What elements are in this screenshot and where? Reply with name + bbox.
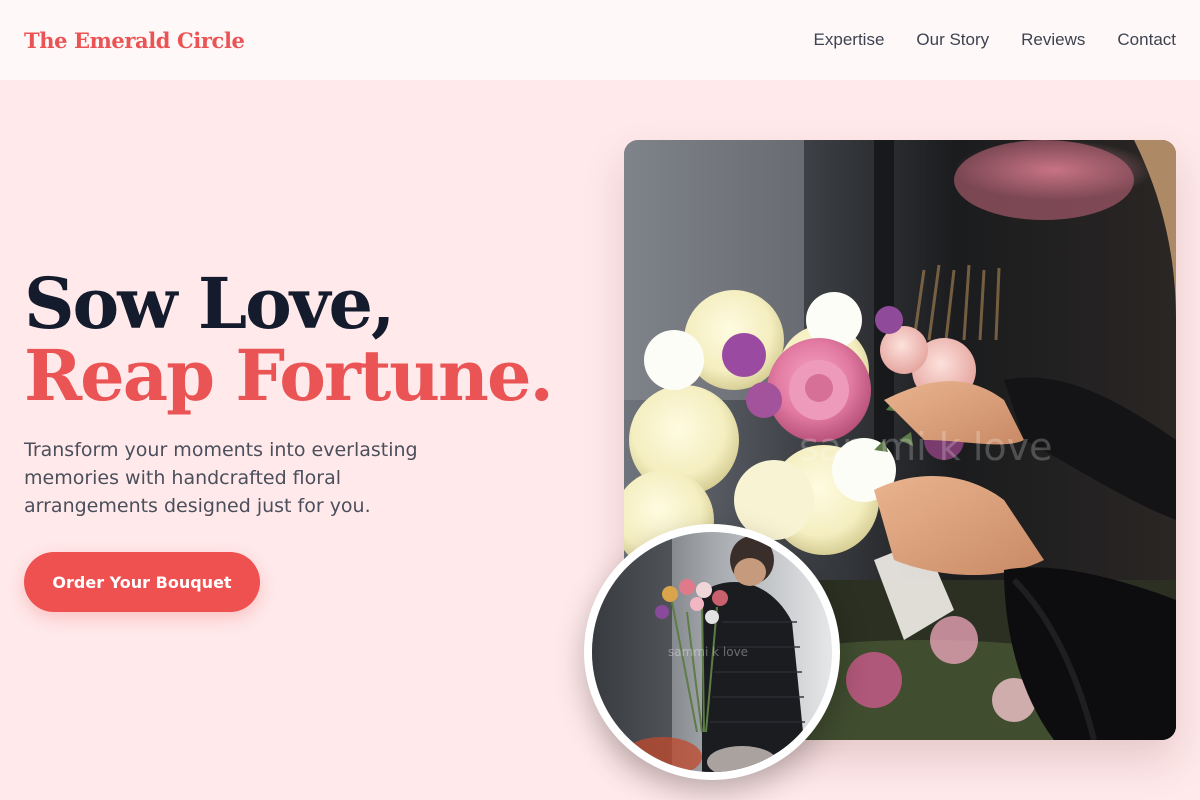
hero-title-line-2: Reap Fortune.: [24, 334, 554, 417]
inset-image-circle: sammi k love: [592, 532, 832, 772]
hero-subtitle: Transform your moments into everlasting …: [24, 439, 418, 517]
nav-link-expertise[interactable]: Expertise: [814, 30, 885, 50]
image-watermark: sammi k love: [799, 425, 1053, 469]
hero-title: Sow Love, Reap Fortune.: [24, 262, 554, 417]
brand-logo[interactable]: The Emerald Circle: [24, 28, 245, 53]
inset-florist-image: sammi k love: [584, 524, 840, 780]
main-nav: Expertise Our Story Reviews Contact: [814, 30, 1176, 50]
order-bouquet-button[interactable]: Order Your Bouquet: [24, 552, 260, 612]
nav-link-our-story[interactable]: Our Story: [916, 30, 989, 50]
inset-watermark: sammi k love: [668, 645, 748, 659]
site-header: The Emerald Circle Expertise Our Story R…: [0, 0, 1200, 80]
nav-link-reviews[interactable]: Reviews: [1021, 30, 1085, 50]
hero-title-line-1: Sow Love,: [24, 262, 395, 345]
nav-link-contact[interactable]: Contact: [1117, 30, 1176, 50]
